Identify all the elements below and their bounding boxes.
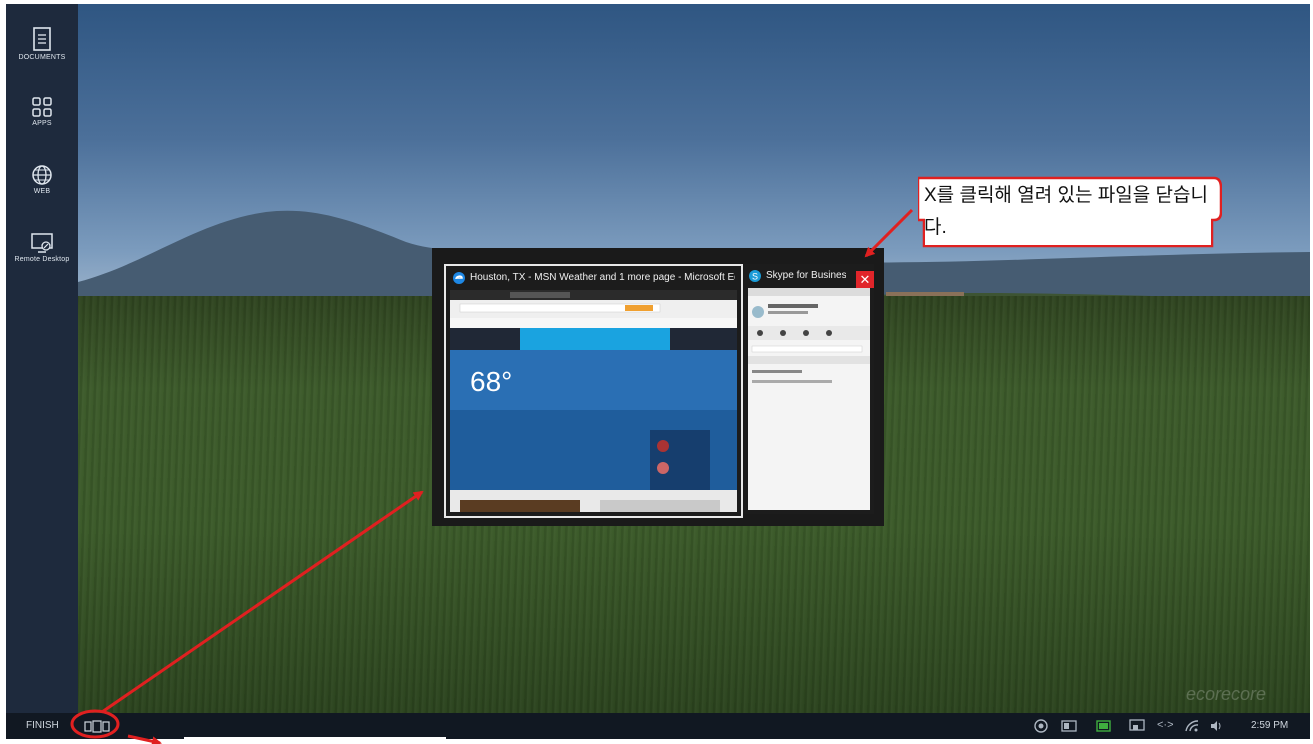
- callout-text: X를 클릭해 열려 있는 파일을 닫습니다.: [924, 185, 1208, 238]
- annotation-arrow: [101, 490, 424, 714]
- annotation-highlight-ellipse: [70, 709, 120, 739]
- annotation-callout: X를 클릭해 열려 있는 파일을 닫습니다.: [918, 176, 1222, 248]
- annotation-overlay: [70, 208, 914, 744]
- annotation-arrow: [864, 208, 914, 258]
- annotation-caption-box: [184, 737, 446, 744]
- annotation-arrow: [127, 734, 162, 744]
